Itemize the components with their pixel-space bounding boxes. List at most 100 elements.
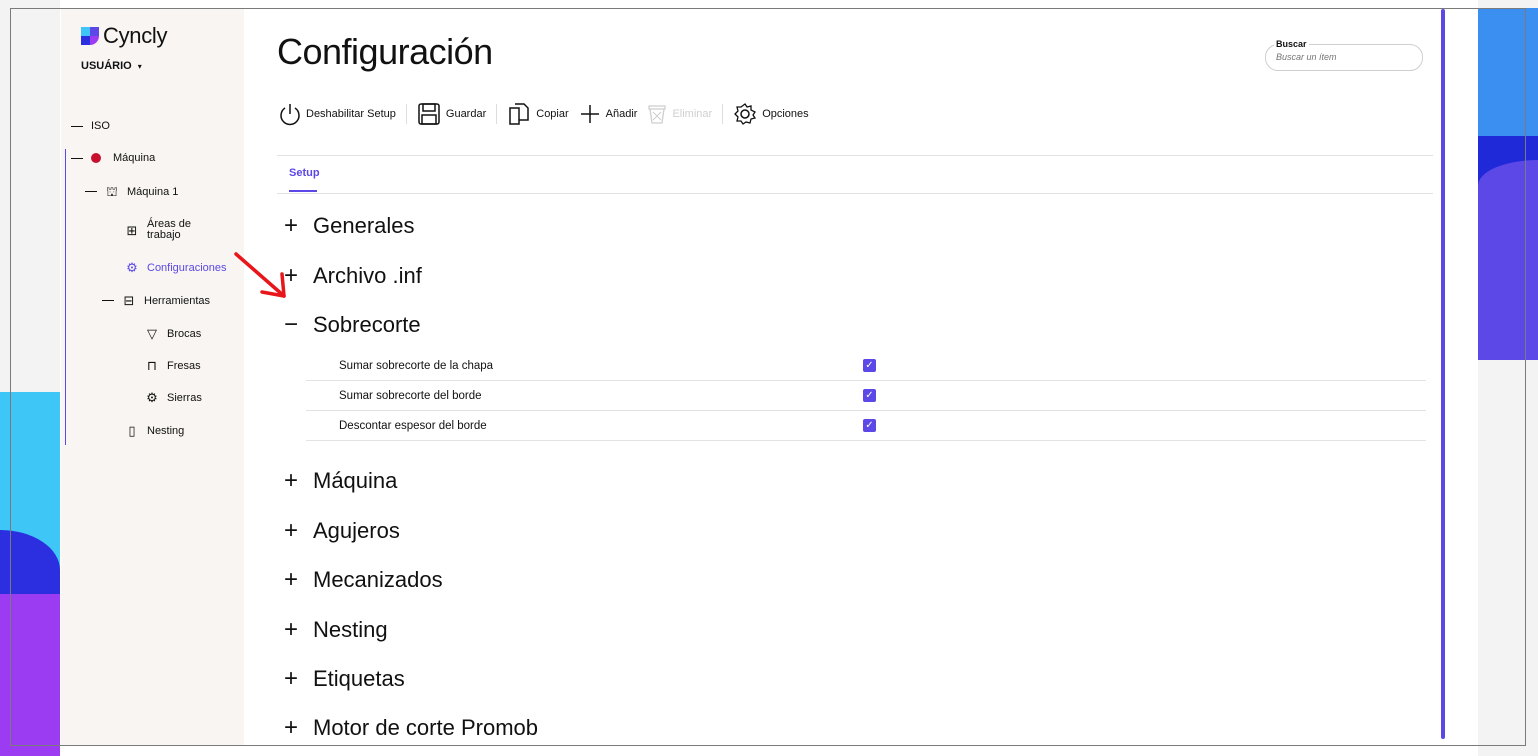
expand-icon: + — [283, 517, 298, 544]
toolbar-divider — [722, 104, 724, 124]
user-menu[interactable]: USUÁRIO ▾ — [81, 60, 142, 72]
sidebar-item-label: Máquina 1 — [127, 185, 179, 198]
section-mecanizados[interactable]: + Mecanizados — [281, 566, 443, 594]
collapse-icon — [71, 125, 83, 127]
add-label: Añadir — [605, 108, 638, 120]
sidebar-item-areas-de-trabajo[interactable]: ⊞ Áreas de trabajo — [125, 219, 207, 241]
user-menu-label: USUÁRIO — [81, 60, 132, 72]
sidebar-item-label: Configuraciones — [147, 261, 227, 274]
section-sobrecorte[interactable]: − Sobrecorte — [281, 311, 421, 339]
section-title: Generales — [313, 213, 415, 238]
sidebar-item-brocas[interactable]: ▽ Brocas — [145, 327, 201, 340]
expand-icon: + — [283, 566, 298, 593]
sidebar-item-fresas[interactable]: ⊓ Fresas — [145, 359, 201, 372]
sidebar-item-label: ISO — [91, 120, 110, 132]
section-agujeros[interactable]: + Agujeros — [281, 517, 400, 545]
option-label: Sumar sobrecorte del borde — [339, 389, 482, 402]
scrollbar[interactable] — [1441, 9, 1445, 739]
section-maquina[interactable]: + Máquina — [281, 467, 397, 495]
sidebar-item-label: Máquina — [113, 152, 156, 164]
delete-label: Eliminar — [672, 108, 713, 120]
option-row: Sumar sobrecorte del borde ✓ — [306, 381, 1426, 411]
sidebar-item-nesting[interactable]: ▯ Nesting — [125, 424, 184, 437]
option-label: Sumar sobrecorte de la chapa — [339, 359, 494, 372]
sidebar-item-sierras[interactable]: ⚙ Sierras — [145, 391, 202, 404]
page-title: Configuración — [277, 31, 493, 72]
expand-icon: + — [283, 467, 298, 494]
sidebar-item-label: Fresas — [167, 359, 201, 372]
section-etiquetas[interactable]: + Etiquetas — [281, 665, 405, 693]
expand-icon: + — [283, 212, 298, 239]
power-icon — [280, 104, 300, 126]
saw-blade-icon: ⚙ — [146, 390, 158, 405]
section-nesting[interactable]: + Nesting — [281, 616, 388, 644]
toolbar: Deshabilitar Setup Guardar Copiar Añadir… — [279, 99, 819, 129]
save-label: Guardar — [445, 108, 487, 120]
sidebar-item-label: Áreas de trabajo — [147, 218, 192, 241]
sidebar-item-label: Nesting — [147, 424, 185, 437]
background-right — [1478, 0, 1538, 756]
section-title: Sobrecorte — [313, 312, 421, 337]
copy-button[interactable]: Copiar — [507, 102, 578, 126]
active-tab-indicator — [289, 190, 317, 192]
gear-icon: ⚙ — [126, 260, 138, 275]
collapse-icon — [102, 300, 114, 301]
section-title: Motor de corte Promob — [313, 715, 538, 740]
divider — [277, 155, 1433, 156]
red-arrow-annotation — [234, 252, 286, 298]
section-title: Máquina — [313, 468, 398, 493]
main-panel: Configuración Buscar Deshabilitar Setup … — [244, 9, 1440, 746]
gear-icon — [734, 103, 757, 125]
option-label: Descontar espesor del borde — [339, 419, 487, 432]
tab-setup[interactable]: Setup — [289, 167, 320, 179]
options-button[interactable]: Opciones — [733, 102, 818, 126]
plus-icon — [580, 105, 599, 123]
add-button[interactable]: Añadir — [579, 103, 648, 125]
option-checkbox[interactable]: ✓ — [863, 419, 876, 432]
sidebar-item-herramientas[interactable]: ⊟ Herramientas — [102, 294, 210, 307]
document-icon: ▯ — [128, 423, 136, 438]
sidebar-item-maquina[interactable]: Máquina — [71, 152, 155, 164]
disable-setup-button[interactable]: Deshabilitar Setup — [279, 102, 406, 126]
copy-label: Copiar — [536, 108, 569, 120]
copy-icon — [509, 103, 529, 125]
option-row: Sumar sobrecorte de la chapa ✓ — [306, 351, 1426, 381]
sidebar-item-configuraciones[interactable]: ⚙ Configuraciones — [125, 260, 227, 275]
section-motor-de-corte-promob[interactable]: + Motor de corte Promob — [281, 714, 538, 742]
option-row: Descontar espesor del borde ✓ — [306, 411, 1426, 441]
expand-icon: + — [283, 616, 298, 643]
section-title: Etiquetas — [313, 666, 405, 691]
sidebar-item-maquina-1[interactable]: ⛫ Máquina 1 — [85, 185, 178, 198]
toolbox-icon: ⊟ — [123, 293, 135, 308]
tree-guide-line — [65, 149, 66, 445]
search-input[interactable] — [1276, 52, 1406, 62]
save-icon — [418, 103, 440, 125]
collapse-icon — [71, 157, 83, 159]
sidebar: Cyncly USUÁRIO ▾ ISO Máquina ⛫ Máquina 1… — [61, 9, 244, 746]
option-checkbox[interactable]: ✓ — [863, 389, 876, 402]
logo-text: Cyncly — [103, 23, 168, 48]
options-label: Opciones — [762, 108, 809, 120]
search-label: Buscar — [1274, 39, 1309, 49]
collapse-icon — [85, 191, 97, 192]
section-title: Agujeros — [313, 518, 400, 543]
section-title: Mecanizados — [313, 567, 443, 592]
save-button[interactable]: Guardar — [417, 102, 496, 126]
delete-button[interactable]: Eliminar — [647, 103, 722, 125]
section-title: Archivo .inf — [313, 263, 422, 288]
machine-icon: ⛫ — [106, 184, 118, 199]
section-archivo-inf[interactable]: + Archivo .inf — [281, 262, 422, 290]
sidebar-item-label: Sierras — [167, 391, 202, 404]
sidebar-item-label: Brocas — [167, 327, 202, 340]
sidebar-item-iso[interactable]: ISO — [71, 120, 110, 132]
toolbar-divider — [405, 104, 407, 124]
machine-brand-icon — [91, 153, 101, 163]
grid-icon: ⊞ — [126, 222, 138, 238]
expand-icon: + — [283, 665, 298, 692]
toolbar-divider — [496, 104, 498, 124]
background-left — [0, 0, 60, 756]
option-checkbox[interactable]: ✓ — [863, 359, 876, 372]
search-box[interactable]: Buscar — [1265, 39, 1423, 71]
section-generales[interactable]: + Generales — [281, 212, 415, 240]
divider — [277, 193, 1433, 194]
